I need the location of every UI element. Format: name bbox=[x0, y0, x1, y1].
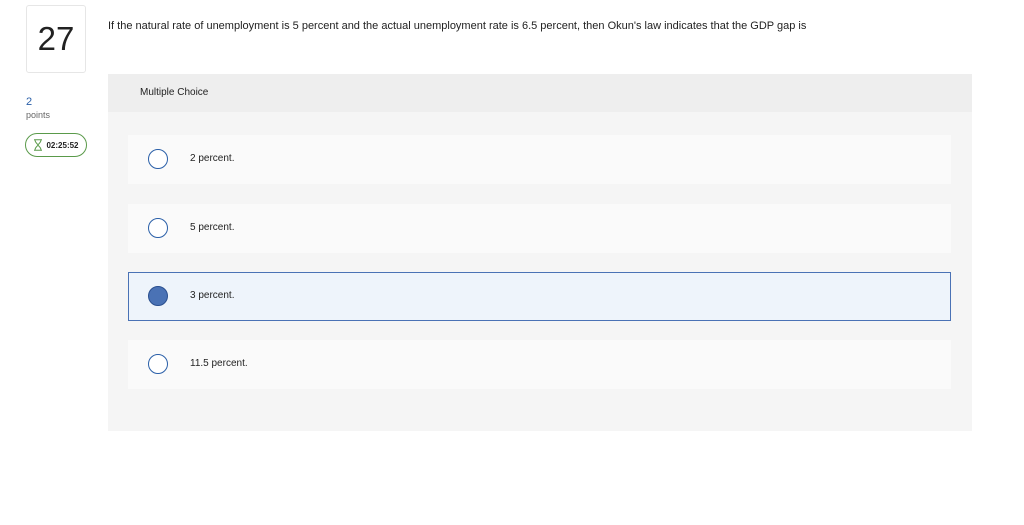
answer-option-label: 5 percent. bbox=[190, 222, 235, 233]
points-value: 2 bbox=[26, 96, 33, 108]
answer-option[interactable]: 5 percent. bbox=[128, 204, 951, 253]
points-label: points bbox=[26, 110, 51, 120]
question-text: If the natural rate of unemployment is 5… bbox=[108, 20, 807, 32]
timer-badge: 02:25:52 bbox=[25, 133, 87, 157]
answer-option-label: 11.5 percent. bbox=[190, 358, 248, 369]
answer-option[interactable]: 11.5 percent. bbox=[128, 340, 951, 389]
answer-option-label: 2 percent. bbox=[190, 153, 235, 164]
timer-text: 02:25:52 bbox=[46, 140, 79, 150]
answer-panel-header: Multiple Choice bbox=[108, 74, 972, 112]
question-number: 27 bbox=[26, 5, 86, 73]
radio-button[interactable] bbox=[148, 354, 168, 374]
question-type-label: Multiple Choice bbox=[140, 87, 209, 98]
answer-option-label: 3 percent. bbox=[190, 290, 235, 301]
radio-button-selected[interactable] bbox=[148, 286, 168, 306]
answer-panel: Multiple Choice 2 percent. 5 percent. 3 … bbox=[108, 74, 972, 431]
answer-option[interactable]: 2 percent. bbox=[128, 135, 951, 184]
hourglass-icon bbox=[34, 139, 43, 151]
answer-option-selected[interactable]: 3 percent. bbox=[128, 272, 951, 321]
radio-button[interactable] bbox=[148, 218, 168, 238]
radio-button[interactable] bbox=[148, 149, 168, 169]
